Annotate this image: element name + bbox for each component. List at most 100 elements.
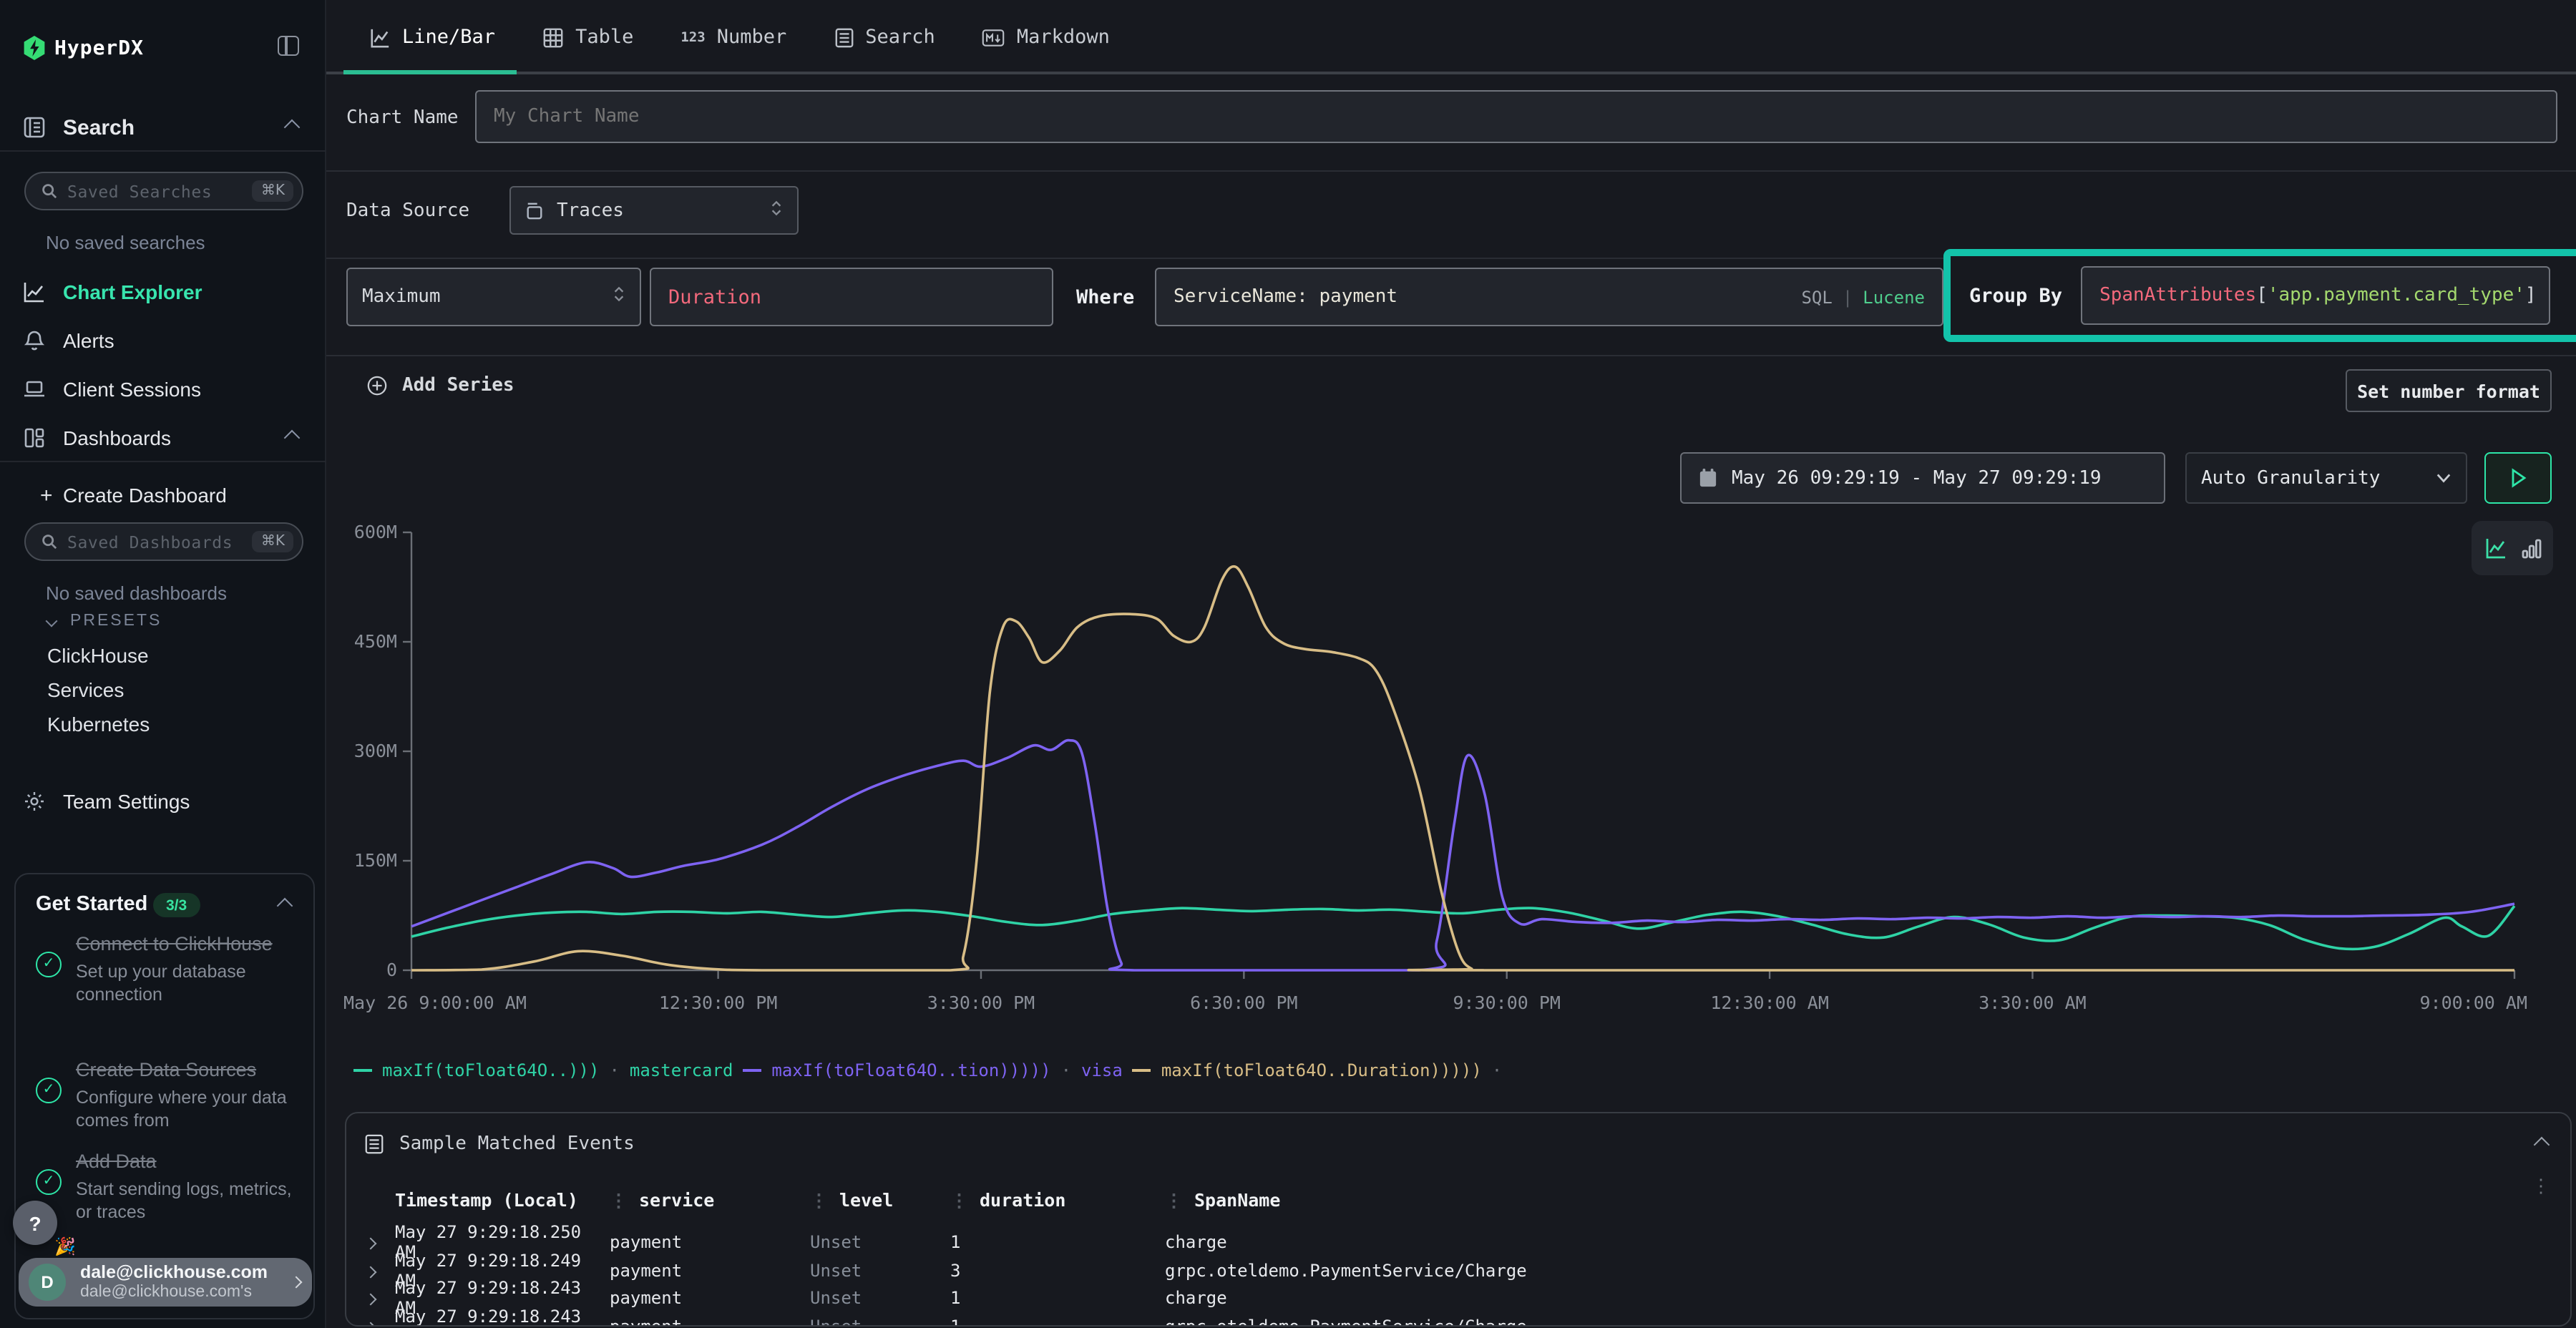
list-icon (834, 26, 854, 48)
check-circle-icon: ✓ (36, 1169, 62, 1195)
tab-line-bar[interactable]: Line/Bar (369, 26, 495, 49)
events-column-header[interactable]: ⋮level (810, 1188, 950, 1210)
sidebar-item-client-sessions[interactable]: Client Sessions (0, 372, 326, 406)
updown-chevrons-icon (613, 285, 625, 309)
events-column-header[interactable]: ⋮duration (950, 1188, 1165, 1210)
divider (0, 150, 326, 152)
chart-explorer-icon (23, 280, 46, 303)
tab-markdown[interactable]: Markdown (982, 26, 1110, 49)
sidebar-item-team-settings[interactable]: Team Settings (0, 784, 326, 819)
preset-item[interactable]: Kubernetes (47, 713, 150, 736)
updown-chevrons-icon (770, 198, 783, 223)
legend-color-dash (1133, 1069, 1151, 1072)
get-started-item[interactable]: ✓Add DataStart sending logs, metrics, or… (36, 1149, 296, 1224)
set-number-format-button[interactable]: Set number format (2346, 369, 2552, 412)
tab-search[interactable]: Search (834, 26, 935, 49)
legend-entry[interactable]: maxIf(toFloat64O..tion)))))·visa (743, 1060, 1122, 1080)
x-tick-label: 3:30:00 PM (927, 992, 1035, 1013)
get-started-item-title: Add Data (76, 1149, 296, 1174)
sidebar-item-alerts[interactable]: Alerts (0, 323, 326, 358)
expand-row-icon[interactable] (364, 1288, 395, 1308)
add-series-button[interactable]: Add Series (366, 375, 514, 396)
user-menu[interactable]: D dale@clickhouse.com dale@clickhouse.co… (19, 1258, 312, 1307)
preset-item[interactable]: Services (47, 678, 124, 701)
bracket: [ (2256, 285, 2268, 306)
database-icon (525, 201, 544, 220)
chart-name-input[interactable] (475, 90, 2557, 143)
dotted-separator: ⋮ (1165, 1188, 1183, 1210)
get-started-item[interactable]: ✓Create Data SourcesConfigure where your… (36, 1058, 296, 1132)
kebab-menu-icon[interactable]: ⋮ (2532, 1176, 2550, 1198)
expand-row-icon[interactable] (364, 1232, 395, 1252)
sql-toggle[interactable]: SQL (1801, 287, 1832, 307)
x-tick-label: 3:30:00 AM (1979, 992, 2087, 1013)
sidebar-item-dashboards[interactable]: Dashboards (0, 421, 326, 455)
dashboards-label: Dashboards (63, 426, 171, 449)
sidebar-item-chart-explorer[interactable]: Chart Explorer (0, 275, 326, 309)
events-column-header[interactable]: ⋮SpanName (1165, 1188, 2510, 1210)
lucene-toggle[interactable]: Lucene (1863, 287, 1925, 307)
table-cell: grpc.oteldemo.PaymentService/Charge (1165, 1260, 2539, 1280)
legend-color-dash (353, 1069, 372, 1072)
get-started-item-subtitle: Set up your database connection (76, 960, 296, 1006)
legend-group-label: visa (1081, 1060, 1123, 1080)
table-cell: payment (610, 1288, 810, 1308)
chevron-up-icon[interactable] (284, 119, 301, 136)
saved-searches-input[interactable]: Saved Searches ⌘K (24, 172, 303, 210)
y-tick-label: 600M (354, 522, 397, 542)
get-started-item-subtitle: Configure where your data comes from (76, 1085, 296, 1132)
app-window: HyperDX Search Saved Searches ⌘K No save… (0, 0, 2576, 1328)
field-input[interactable]: Duration (650, 268, 1053, 326)
sidebar-collapse-icon[interactable] (278, 36, 299, 56)
tab-number[interactable]: 123 Number (680, 26, 786, 49)
main-content: Line/Bar Table 123 Number Search Markdow… (326, 0, 2576, 1328)
aggregation-select[interactable]: Maximum (346, 268, 641, 326)
tab-label: Table (575, 26, 633, 49)
tab-table[interactable]: Table (542, 26, 633, 49)
search-icon (42, 534, 57, 550)
table-row[interactable]: May 27 9:29:18.243 AMpaymentUnset1grpc.o… (364, 1306, 2539, 1327)
expand-row-icon[interactable] (364, 1316, 395, 1327)
table-row[interactable]: May 27 9:29:18.250 AMpaymentUnset1charge (364, 1222, 2539, 1250)
group-by-input[interactable]: SpanAttributes['app.payment.card_type'] (2081, 266, 2550, 325)
get-started-item[interactable]: ✓Connect to ClickHouseSet up your databa… (36, 932, 296, 1006)
divider (0, 461, 326, 462)
help-button[interactable]: ? (13, 1201, 57, 1245)
create-dashboard-button[interactable]: + Create Dashboard (0, 478, 326, 512)
run-query-button[interactable] (2484, 452, 2552, 504)
sidebar-section-search[interactable]: Search (0, 110, 326, 145)
preset-item[interactable]: ClickHouse (47, 644, 149, 667)
avatar: D (29, 1264, 66, 1301)
presets-label: PRESETS (70, 612, 162, 630)
table-cell: 1 (950, 1232, 1165, 1252)
chevron-up-icon[interactable] (284, 430, 301, 446)
legend-color-dash (743, 1069, 761, 1072)
no-saved-searches-text: No saved searches (46, 232, 205, 253)
granularity-select[interactable]: Auto Granularity (2185, 452, 2467, 504)
date-range-input[interactable]: May 26 09:29:19 - May 27 09:29:19 (1680, 452, 2165, 504)
saved-dashboards-input[interactable]: Saved Dashboards ⌘K (24, 522, 303, 561)
data-source-select[interactable]: Traces (509, 186, 799, 235)
legend-entry[interactable]: maxIf(toFloat64O..Duration)))))· (1133, 1060, 1512, 1080)
date-range-value: May 26 09:29:19 - May 27 09:29:19 (1732, 467, 2102, 489)
bell-icon (23, 329, 46, 352)
gear-icon (23, 790, 46, 813)
events-column-header[interactable]: ⋮service (610, 1188, 810, 1210)
table-cell: May 27 9:29:18.243 AM (395, 1306, 610, 1327)
expand-row-icon[interactable] (364, 1260, 395, 1280)
presets-toggle[interactable]: PRESETS (47, 612, 162, 630)
where-input[interactable]: ServiceName: payment SQL | Lucene (1155, 268, 1943, 326)
tab-label: Search (865, 26, 935, 49)
logo-text: HyperDX (54, 37, 144, 60)
timeseries-chart[interactable]: 0150M300M450M600MMay 26 9:00:00 AM12:30:… (343, 508, 2533, 1059)
legend-entry[interactable]: maxIf(toFloat64O..)))·mastercard (353, 1060, 733, 1080)
chevron-up-icon[interactable] (2534, 1137, 2550, 1153)
get-started-title: Get Started (36, 893, 147, 916)
chevron-up-icon[interactable] (277, 898, 293, 914)
table-row[interactable]: May 27 9:29:18.243 AMpaymentUnset1charge (364, 1278, 2539, 1306)
calendar-icon (1699, 468, 1717, 488)
y-tick-label: 150M (354, 850, 397, 871)
saved-searches-placeholder: Saved Searches (67, 181, 253, 201)
events-column-header[interactable]: Timestamp (Local) (395, 1188, 610, 1210)
table-row[interactable]: May 27 9:29:18.249 AMpaymentUnset3grpc.o… (364, 1250, 2539, 1278)
